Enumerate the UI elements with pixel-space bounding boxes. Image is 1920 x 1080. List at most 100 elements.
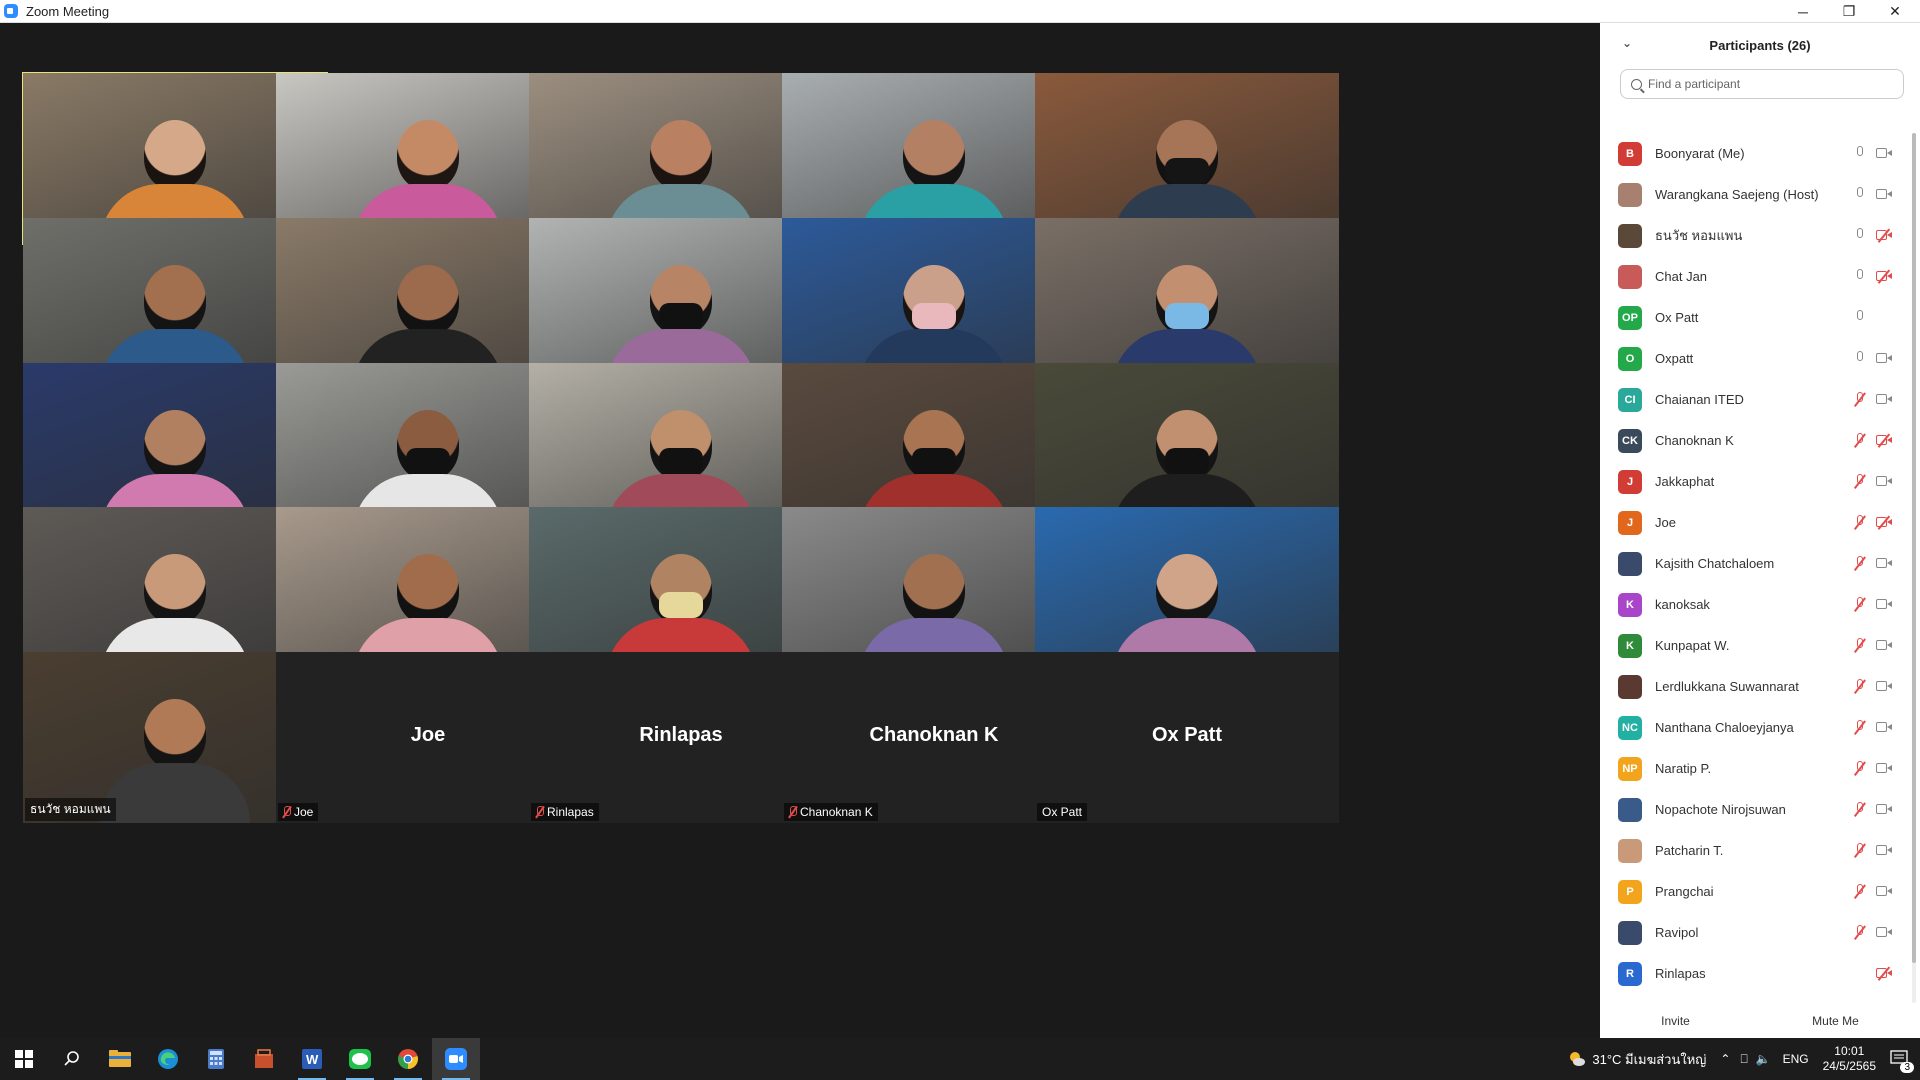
participant-row[interactable]: Warangkana Saejeng (Host) [1600,174,1910,215]
participant-list-name: Rinlapas [1655,966,1706,981]
camera-icon[interactable] [1876,475,1893,487]
participant-row[interactable]: K Kunpapat W. [1600,625,1910,666]
muted-mic-icon[interactable] [1855,638,1865,653]
mic-icon[interactable] [1855,351,1865,366]
collapse-chevron-icon[interactable]: ⌄ [1622,36,1632,50]
participant-list-name: Oxpatt [1655,351,1694,366]
avatar: J [1618,469,1642,494]
edge-browser-button[interactable] [144,1038,192,1080]
muted-mic-icon[interactable] [1855,474,1865,489]
muted-mic-icon[interactable] [1855,802,1865,817]
minimize-button[interactable]: ─ [1780,0,1826,23]
face-mask [912,448,956,474]
muted-mic-icon[interactable] [1855,556,1865,571]
video-tile[interactable]: Ox Patt Ox Patt [1035,652,1339,823]
participant-row[interactable]: Nopachote Nirojsuwan [1600,789,1910,830]
participant-row[interactable]: Patcharin T. [1600,830,1910,871]
notification-center-button[interactable]: 3 [1890,1049,1914,1073]
file-explorer-button[interactable] [96,1038,144,1080]
mic-icon[interactable] [1855,146,1865,161]
participant-row[interactable]: Ravipol [1600,912,1910,953]
clock[interactable]: 10:01 24/5/2565 [1823,1044,1876,1074]
mic-icon[interactable] [1855,310,1865,325]
chrome-app-button[interactable] [384,1038,432,1080]
camera-icon[interactable] [1876,926,1893,938]
volume-icon[interactable]: 🔈 [1756,1052,1771,1066]
participant-head [144,554,206,624]
camera-icon[interactable] [1876,598,1893,610]
restore-button[interactable]: ❐ [1826,0,1872,23]
network-icon[interactable]: ⎕ [1740,1052,1747,1067]
participant-row[interactable]: ธนวัช หอมแพน [1600,215,1910,256]
word-app-button[interactable]: W [288,1038,336,1080]
input-language[interactable]: ENG [1783,1052,1809,1066]
tray-overflow-chevron-icon[interactable]: ⌃ [1720,1052,1730,1066]
camera-icon[interactable] [1876,762,1893,774]
zoom-app-button[interactable] [432,1038,480,1080]
camera-icon[interactable] [1876,393,1893,405]
mic-icon[interactable] [1855,228,1865,243]
muted-mic-icon[interactable] [1855,925,1865,940]
participant-row[interactable]: Lerdlukkana Suwannarat [1600,666,1910,707]
participant-row[interactable]: J Jakkaphat [1600,461,1910,502]
participant-row[interactable]: NC Nanthana Chaloeyjanya [1600,707,1910,748]
muted-mic-icon[interactable] [1855,884,1865,899]
participant-row[interactable]: Chat Jan [1600,256,1910,297]
store-app-button[interactable] [240,1038,288,1080]
invite-button[interactable]: Invite [1653,1009,1698,1032]
participant-row[interactable]: CK Chanoknan K [1600,420,1910,461]
muted-mic-icon[interactable] [1855,433,1865,448]
participant-row[interactable]: B Boonyarat (Me) [1600,133,1910,174]
camera-off-icon[interactable] [1876,434,1893,446]
participant-row[interactable]: Kkanoksak [1600,584,1910,625]
camera-off-icon[interactable] [1876,270,1893,282]
weather-text: 31°C มีเมฆส่วนใหญ่ [1592,1051,1707,1067]
camera-icon[interactable] [1876,147,1893,159]
participant-search-input[interactable] [1648,77,1888,91]
close-button[interactable]: ✕ [1872,0,1918,23]
participant-row[interactable]: R Rinlapas [1600,953,1910,994]
participant-head [1156,554,1218,624]
camera-icon[interactable] [1876,557,1893,569]
participant-row[interactable]: Kajsith Chatchaloem [1600,543,1910,584]
participant-row[interactable]: OP Ox Patt [1600,297,1910,338]
face-mask [659,303,703,329]
scrollbar-thumb[interactable] [1912,133,1916,963]
camera-icon[interactable] [1876,352,1893,364]
participant-search[interactable] [1620,69,1904,99]
muted-mic-icon[interactable] [1855,761,1865,776]
camera-icon[interactable] [1876,639,1893,651]
mic-icon[interactable] [1855,187,1865,202]
calculator-button[interactable] [192,1038,240,1080]
participant-row[interactable]: CI Chaianan ITED [1600,379,1910,420]
taskbar-search-button[interactable] [48,1038,96,1080]
avatar [1618,797,1642,822]
start-button[interactable] [0,1038,48,1080]
camera-icon[interactable] [1876,844,1893,856]
camera-off-icon[interactable] [1876,967,1893,979]
participant-list-scrollbar[interactable] [1912,133,1916,1003]
camera-icon[interactable] [1876,188,1893,200]
participant-row[interactable]: NP Naratip P. [1600,748,1910,789]
muted-mic-icon[interactable] [1855,392,1865,407]
participant-list-name: Boonyarat (Me) [1655,146,1745,161]
muted-mic-icon[interactable] [1855,720,1865,735]
mute-me-button[interactable]: Mute Me [1804,1009,1867,1032]
camera-off-icon[interactable] [1876,229,1893,241]
line-app-button[interactable] [336,1038,384,1080]
mic-icon[interactable] [1855,269,1865,284]
muted-mic-icon[interactable] [1855,597,1865,612]
camera-icon[interactable] [1876,680,1893,692]
weather-widget[interactable]: 31°C มีเมฆส่วนใหญ่ [1568,1049,1706,1070]
muted-mic-icon[interactable] [1855,843,1865,858]
participant-row[interactable]: J Joe [1600,502,1910,543]
camera-off-icon[interactable] [1876,516,1893,528]
muted-mic-icon[interactable] [1855,515,1865,530]
muted-mic-icon[interactable] [1855,679,1865,694]
participant-row[interactable]: O Oxpatt [1600,338,1910,379]
participant-row[interactable]: P Prangchai [1600,871,1910,912]
camera-icon[interactable] [1876,721,1893,733]
chrome-icon [398,1049,418,1069]
camera-icon[interactable] [1876,803,1893,815]
camera-icon[interactable] [1876,885,1893,897]
